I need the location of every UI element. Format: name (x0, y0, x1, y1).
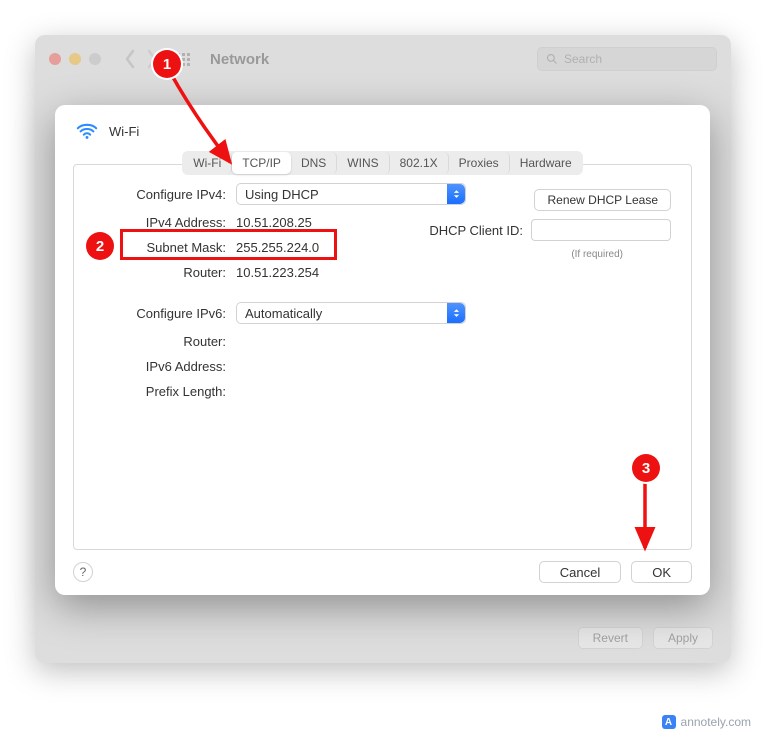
advanced-settings-sheet: Wi-Fi Wi-Fi TCP/IP DNS WINS 802.1X Proxi… (55, 105, 710, 595)
ipv4-address-label: IPv4 Address: (94, 215, 226, 230)
tab-wifi[interactable]: Wi-Fi (183, 152, 232, 174)
tcpip-panel: Configure IPv4: Using DHCP IPv4 Address:… (73, 164, 692, 550)
ipv6-address-label: IPv6 Address: (94, 359, 226, 374)
subnet-mask-value: 255.255.224.0 (236, 240, 319, 255)
tab-bar: Wi-Fi TCP/IP DNS WINS 802.1X Proxies Har… (73, 151, 692, 175)
dhcp-client-id-input[interactable] (531, 219, 671, 241)
router-ipv4-label: Router: (94, 265, 226, 280)
ipv4-address-value: 10.51.208.25 (236, 215, 312, 230)
dropdown-caret-icon (447, 303, 465, 323)
annotation-badge-3: 3 (632, 454, 660, 482)
tab-dns[interactable]: DNS (291, 152, 337, 174)
dhcp-section: Renew DHCP Lease DHCP Client ID: (If req… (429, 189, 671, 260)
tab-hardware[interactable]: Hardware (510, 152, 582, 174)
tab-proxies[interactable]: Proxies (449, 152, 510, 174)
watermark-text: annotely.com (681, 715, 751, 729)
configure-ipv4-label: Configure IPv4: (94, 187, 226, 202)
router-ipv6-label: Router: (94, 334, 226, 349)
minimize-button[interactable] (69, 53, 81, 65)
window-toolbar: Network Search (35, 35, 731, 83)
revert-button[interactable]: Revert (578, 627, 643, 649)
router-ipv4-value: 10.51.223.254 (236, 265, 319, 280)
renew-dhcp-button[interactable]: Renew DHCP Lease (534, 189, 671, 211)
wifi-icon (73, 119, 101, 143)
configure-ipv4-value: Using DHCP (245, 187, 319, 202)
tab-wins[interactable]: WINS (337, 152, 389, 174)
configure-ipv6-select[interactable]: Automatically (236, 302, 466, 324)
traffic-lights (49, 53, 101, 65)
search-placeholder: Search (564, 52, 602, 66)
annotation-badge-1: 1 (153, 50, 181, 78)
apply-button[interactable]: Apply (653, 627, 713, 649)
tab-tcpip[interactable]: TCP/IP (232, 152, 291, 174)
search-input[interactable]: Search (537, 47, 717, 71)
configure-ipv6-value: Automatically (245, 306, 322, 321)
window-title: Network (210, 51, 269, 68)
sheet-footer: ? Cancel OK (73, 561, 692, 583)
configure-ipv6-label: Configure IPv6: (94, 306, 226, 321)
zoom-button[interactable] (89, 53, 101, 65)
cancel-button[interactable]: Cancel (539, 561, 621, 583)
annotation-badge-2: 2 (86, 232, 114, 260)
window-footer: Revert Apply (578, 627, 713, 649)
watermark: A annotely.com (662, 715, 751, 729)
ok-button[interactable]: OK (631, 561, 692, 583)
back-icon[interactable] (121, 49, 139, 69)
close-button[interactable] (49, 53, 61, 65)
dhcp-client-id-label: DHCP Client ID: (429, 223, 523, 238)
tab-8021x[interactable]: 802.1X (390, 152, 449, 174)
search-icon (546, 53, 558, 65)
prefix-length-label: Prefix Length: (94, 384, 226, 399)
watermark-logo-icon: A (662, 715, 676, 729)
sheet-title: Wi-Fi (109, 124, 139, 139)
sheet-header: Wi-Fi (73, 119, 692, 143)
required-note: (If required) (571, 249, 623, 260)
help-button[interactable]: ? (73, 562, 93, 582)
